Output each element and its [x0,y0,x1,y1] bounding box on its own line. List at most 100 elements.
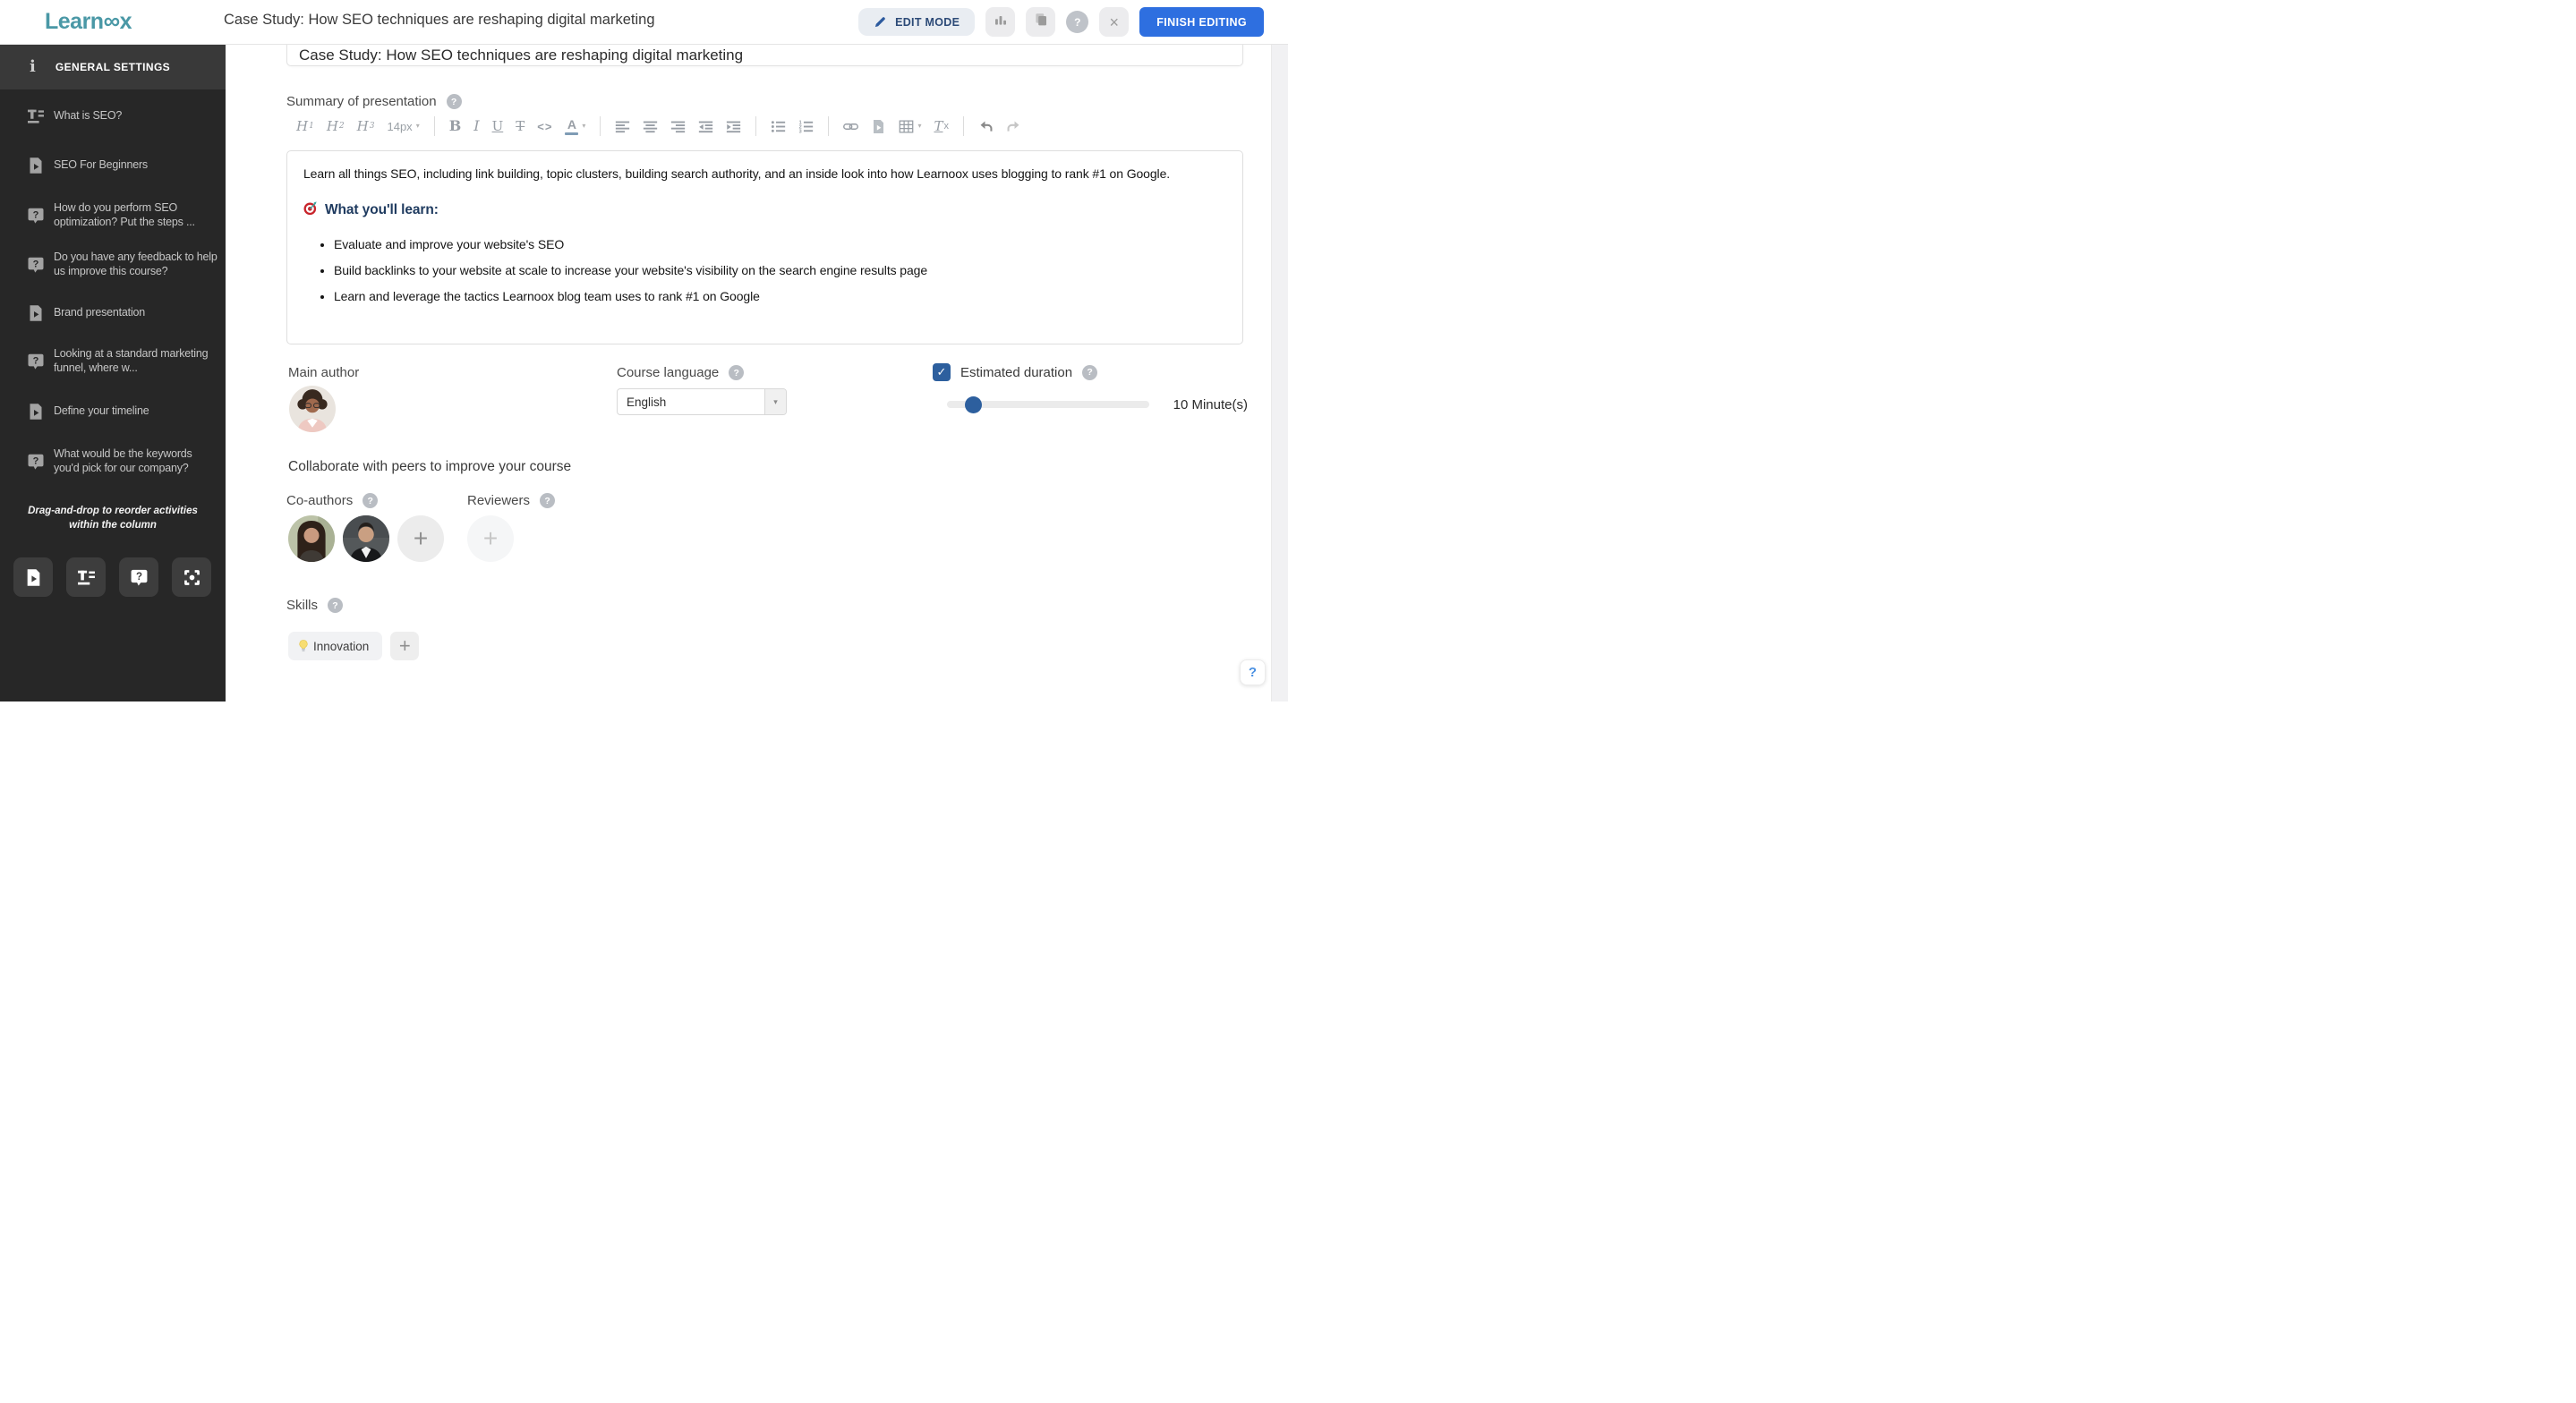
focus-icon [183,568,201,587]
statistics-button[interactable] [985,7,1016,37]
summary-editor[interactable]: Learn all things SEO, including link bui… [286,150,1243,344]
help-icon[interactable]: ? [540,493,556,508]
redo-button[interactable] [1006,119,1021,134]
lightbulb-icon [296,639,311,653]
sidebar-item-general-settings[interactable]: i GENERAL SETTINGS [0,44,226,89]
undo-icon [978,119,994,134]
underline-button[interactable]: U [492,119,504,133]
add-skill-button[interactable]: + [390,632,420,660]
skill-chip[interactable]: Innovation [288,632,383,660]
insert-table-button[interactable]: ▾ [899,119,921,134]
sidebar-item-label: What is SEO? [54,109,123,123]
support-help-button[interactable]: ? [1240,659,1266,685]
question-bubble-icon: ? [27,353,45,370]
coauthor-avatar[interactable] [288,515,335,562]
logo-infinity-icon: ∞ [103,7,121,34]
sidebar-activity-item[interactable]: Define your timeline [0,395,226,429]
heading-2-button[interactable]: H2 [327,119,345,133]
heading-1-button[interactable]: H1 [296,119,314,133]
list-ol-icon: 123 [798,119,814,134]
indent-decrease-button[interactable] [698,119,713,134]
estimated-duration-checkbox[interactable]: ✓ [933,363,951,381]
help-icon[interactable]: ? [729,365,745,380]
heading-3-button[interactable]: H3 [357,119,375,133]
undo-button[interactable] [978,119,994,134]
italic-button[interactable]: I [473,119,479,133]
duration-slider-thumb[interactable] [965,395,982,413]
toolbar-divider [962,116,964,136]
link-icon [843,119,859,134]
help-icon[interactable]: ? [328,598,344,613]
edit-mode-button[interactable]: EDIT MODE [858,8,976,36]
header-help-button[interactable]: ? [1066,11,1089,33]
svg-text:?: ? [135,572,141,582]
help-icon[interactable]: ? [1082,364,1098,380]
reorder-hint: Drag-and-drop to reorder activities with… [28,506,198,531]
add-question-activity-button[interactable]: ? [119,557,158,597]
finish-editing-button[interactable]: FINISH EDITING [1139,7,1264,37]
logo-text: Learn [45,9,104,34]
indent-dec-icon [698,119,713,134]
question-bubble-icon: ? [27,256,45,274]
clear-formatting-button[interactable]: Tx [934,119,949,133]
font-color-button[interactable]: A ▾ [565,118,585,135]
course-outline-sidebar: i GENERAL SETTINGS What is SEO? SEO For B… [0,44,226,702]
add-text-activity-button[interactable] [66,557,106,597]
align-left-button[interactable] [615,119,630,134]
summary-bullet: Evaluate and improve your website's SEO [334,236,1226,253]
help-icon[interactable]: ? [363,493,379,508]
strikethrough-button[interactable]: T [516,119,525,133]
insert-link-button[interactable] [843,119,859,134]
sidebar-item-label: Do you have any feedback to help us impr… [54,251,218,277]
app-logo[interactable]: Learn∞x [45,7,132,35]
sidebar-activity-item[interactable]: SEO For Beginners [0,149,226,183]
rich-text-toolbar: H 1 H 2 H 3 14px ▾ B I U T <> A ▾ 1 2 3 ▾ Tx [290,111,1028,141]
course-language-label: Course language [617,365,720,380]
duplicate-button[interactable] [1026,7,1056,37]
font-size-select-button[interactable]: 14px ▾ [387,121,419,132]
sidebar-activity-item[interactable]: ? Looking at a standard marketing funnel,… [0,337,226,386]
language-select[interactable]: English ▾ [617,388,787,415]
sidebar-item-label: SEO For Beginners [54,158,148,172]
question-mark-icon: ? [1074,15,1081,29]
coauthor-avatar[interactable] [343,515,389,562]
add-embed-activity-button[interactable] [172,557,211,597]
add-video-activity-button[interactable] [13,557,53,597]
coauthors-row: + [288,515,444,562]
code-button[interactable]: <> [537,121,552,132]
sidebar-activity-item[interactable]: ? Do you have any feedback to help us imp… [0,241,226,289]
help-icon[interactable]: ? [446,94,462,109]
add-reviewer-button[interactable]: + [467,515,514,562]
insert-media-button[interactable] [871,119,886,134]
duration-slider[interactable] [947,395,1149,413]
skills-label: Skills [286,598,319,613]
main-author-avatar[interactable] [289,386,336,432]
sidebar-activity-item[interactable]: What is SEO? [0,99,226,133]
copy-pages-icon [1034,13,1048,31]
bold-button[interactable]: B [449,119,462,133]
sidebar-activity-item[interactable]: ? What would be the keywords you'd pick f… [0,438,226,486]
toolbar-divider [600,116,601,136]
scrollbar[interactable] [1271,44,1288,702]
add-coauthor-button[interactable]: + [397,515,444,562]
avatar [288,515,335,562]
coauthors-label-row: Co-authors ? [286,493,379,508]
toolbar-divider [828,116,830,136]
ordered-list-button[interactable]: 123 [798,119,814,134]
align-right-button[interactable] [670,119,686,134]
target-icon [303,200,319,220]
unordered-list-button[interactable] [771,119,786,134]
indent-increase-button[interactable] [726,119,741,134]
app-header: Learn∞x Case Study: How SEO techniques a… [0,0,1288,45]
indent-inc-icon [726,119,741,134]
close-button[interactable]: × [1099,7,1130,37]
summary-label: Summary of presentation [286,94,437,109]
summary-bullet: Build backlinks to your website at scale… [334,262,1226,279]
sidebar-activity-item[interactable]: Brand presentation [0,296,226,330]
sidebar-activity-item[interactable]: ? How do you perform SEO optimization? Pu… [0,191,226,240]
plus-icon: + [482,524,499,552]
align-center-button[interactable] [643,119,658,134]
avatar [343,515,389,562]
question-mark-icon: ? [1248,665,1258,680]
reviewers-row: + [467,515,514,562]
